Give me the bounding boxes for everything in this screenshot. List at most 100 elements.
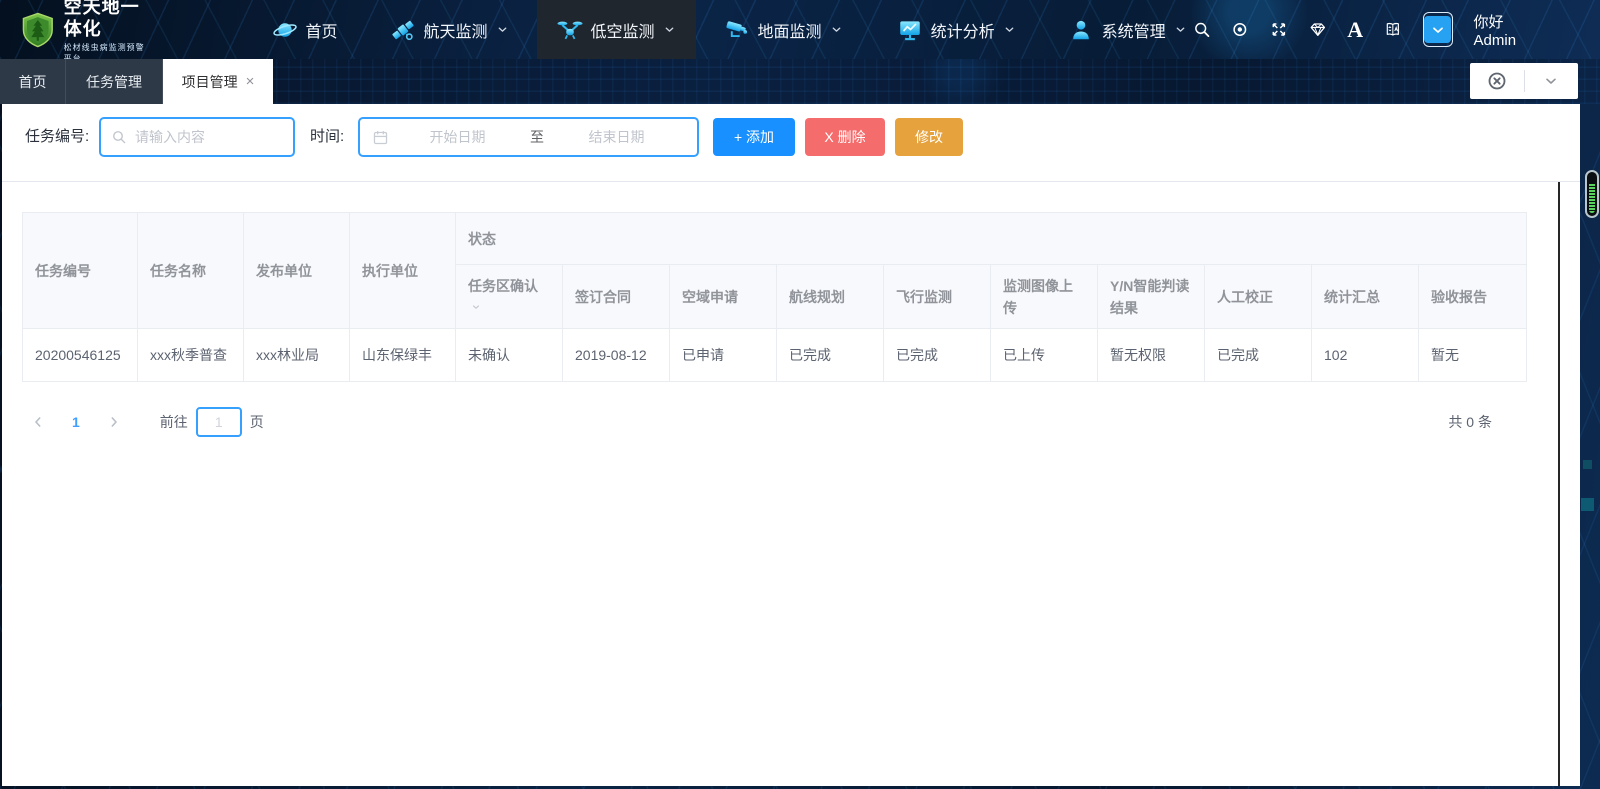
goto-label: 前往 bbox=[160, 412, 188, 432]
nav-label: 低空监测 bbox=[591, 18, 655, 42]
font-size-icon[interactable]: A bbox=[1347, 19, 1363, 40]
col-header-executor: 执行单位 bbox=[350, 213, 456, 329]
start-date-input[interactable]: 开始日期 bbox=[389, 127, 526, 147]
cell-yn-result: 暂无权限 bbox=[1098, 329, 1205, 382]
col-header-route-plan: 航线规划 bbox=[777, 265, 884, 329]
translate-icon[interactable] bbox=[1384, 19, 1402, 40]
navbar-actions: A 你好 Admin bbox=[1193, 11, 1600, 49]
tab-project-management[interactable]: 项目管理 × bbox=[163, 59, 273, 104]
nav-label: 航天监测 bbox=[424, 18, 488, 42]
table-row[interactable]: 20200546125 xxx秋季普查 xxx林业局 山东保绿丰 未确认 201… bbox=[23, 329, 1527, 382]
chevron-down-icon bbox=[1543, 73, 1559, 89]
nav-item-statistics[interactable]: 统计分析 bbox=[891, 0, 1022, 59]
search-icon[interactable] bbox=[1193, 19, 1211, 40]
monitor-chart-icon bbox=[897, 17, 923, 43]
tab-actions-box bbox=[1470, 63, 1578, 99]
battery-decoration bbox=[1585, 170, 1599, 218]
tab-home[interactable]: 首页 bbox=[0, 59, 66, 104]
add-button[interactable]: + 添加 bbox=[713, 118, 795, 156]
cell-airspace: 已申请 bbox=[670, 329, 777, 382]
app-logo: 空天地一体化 松材线虫病监测预警平台 bbox=[22, 0, 146, 64]
close-icon[interactable]: × bbox=[246, 75, 255, 89]
col-header-task-name: 任务名称 bbox=[138, 213, 244, 329]
nav-label: 地面监测 bbox=[758, 18, 822, 42]
search-icon bbox=[111, 129, 127, 145]
time-label: 时间: bbox=[310, 125, 344, 146]
edit-button[interactable]: 修改 bbox=[895, 118, 963, 156]
col-header-area-confirm: 任务区确认 bbox=[456, 265, 563, 329]
tab-bar: 首页 任务管理 项目管理 × bbox=[0, 59, 1600, 104]
col-header-label: 任务区确认 bbox=[468, 278, 538, 294]
avatar-dropdown[interactable] bbox=[1423, 12, 1453, 47]
cell-image-upload: 已上传 bbox=[991, 329, 1098, 382]
main-nav: 首页 航天监测 bbox=[146, 0, 1193, 59]
page-number-1[interactable]: 1 bbox=[72, 414, 80, 430]
nav-item-lowalt-monitor[interactable]: 低空监测 bbox=[537, 0, 696, 59]
cell-accept-report: 暂无 bbox=[1419, 329, 1527, 382]
prev-page-icon[interactable] bbox=[30, 414, 46, 430]
end-date-input[interactable]: 结束日期 bbox=[548, 127, 685, 147]
content-panel: 任务编号: 时间: 开始日期 至 结束日期 + 添加 X 删除 修改 bbox=[2, 104, 1580, 786]
col-header-image-upload: 监测图像上传 bbox=[991, 265, 1098, 329]
chevron-down-icon bbox=[1174, 23, 1187, 36]
nav-item-space-monitor[interactable]: 航天监测 bbox=[384, 0, 515, 59]
col-header-contract: 签订合同 bbox=[563, 265, 670, 329]
col-header-airspace: 空域申请 bbox=[670, 265, 777, 329]
col-header-accept-report: 验收报告 bbox=[1419, 265, 1527, 329]
satellite-icon bbox=[390, 17, 416, 43]
date-range-picker[interactable]: 开始日期 至 结束日期 bbox=[358, 117, 699, 157]
caret-down-icon[interactable] bbox=[471, 302, 481, 312]
delete-button[interactable]: X 删除 bbox=[805, 118, 885, 156]
goto-page-input[interactable] bbox=[196, 407, 242, 437]
cctv-camera-icon bbox=[724, 17, 750, 43]
task-no-search-box bbox=[99, 117, 295, 157]
task-no-label: 任务编号: bbox=[25, 125, 89, 146]
user-icon bbox=[1068, 17, 1094, 43]
col-header-status-group: 状态 bbox=[456, 213, 1527, 265]
nav-item-ground-monitor[interactable]: 地面监测 bbox=[718, 0, 849, 59]
col-header-task-no: 任务编号 bbox=[23, 213, 138, 329]
tab-label: 首页 bbox=[19, 72, 47, 92]
close-circle-icon bbox=[1487, 71, 1507, 91]
chevron-down-icon bbox=[1430, 22, 1446, 38]
cell-contract: 2019-08-12 bbox=[563, 329, 670, 382]
square-decoration bbox=[1581, 498, 1594, 511]
nav-label: 系统管理 bbox=[1102, 18, 1166, 42]
col-header-flight: 飞行监测 bbox=[884, 265, 991, 329]
task-no-input[interactable] bbox=[135, 129, 275, 145]
gem-icon[interactable] bbox=[1309, 19, 1327, 40]
next-page-icon[interactable] bbox=[106, 414, 122, 430]
project-table: 任务编号 任务名称 发布单位 执行单位 状态 任务区确认 签订合同 空域申请 航… bbox=[22, 212, 1527, 382]
project-table-wrapper: 任务编号 任务名称 发布单位 执行单位 状态 任务区确认 签订合同 空域申请 航… bbox=[22, 212, 1527, 382]
total-count-label: 共 0 条 bbox=[1448, 412, 1492, 432]
nav-item-system-admin[interactable]: 系统管理 bbox=[1062, 0, 1193, 59]
chevron-down-icon bbox=[663, 23, 676, 36]
table-header-group-row: 任务编号 任务名称 发布单位 执行单位 状态 bbox=[23, 213, 1527, 265]
top-navbar: 空天地一体化 松材线虫病监测预警平台 首页 航天监测 bbox=[0, 0, 1600, 59]
filter-toolbar: 任务编号: 时间: 开始日期 至 结束日期 + 添加 X 删除 修改 bbox=[2, 104, 1580, 182]
app-root: { "app": { "title": "空天地一体化", "subtitle"… bbox=[0, 0, 1600, 789]
pagination: 1 前往 页 共 0 条 bbox=[2, 406, 1580, 438]
goto-page-group: 前往 页 bbox=[160, 407, 264, 437]
col-header-manual-fix: 人工校正 bbox=[1205, 265, 1312, 329]
fullscreen-icon[interactable] bbox=[1270, 19, 1288, 40]
col-header-stat-summary: 统计汇总 bbox=[1312, 265, 1419, 329]
chevron-down-icon bbox=[830, 23, 843, 36]
locate-icon[interactable] bbox=[1231, 19, 1249, 40]
cell-task-name: xxx秋季普查 bbox=[138, 329, 244, 382]
scrollbar[interactable] bbox=[1558, 182, 1560, 786]
cell-executor: 山东保绿丰 bbox=[350, 329, 456, 382]
chevron-down-icon bbox=[1003, 23, 1016, 36]
cell-stat-summary: 102 bbox=[1312, 329, 1419, 382]
tab-list-dropdown-button[interactable] bbox=[1525, 73, 1579, 89]
cell-publisher: xxx林业局 bbox=[244, 329, 350, 382]
nav-item-home[interactable]: 首页 bbox=[266, 0, 344, 59]
tab-label: 任务管理 bbox=[86, 72, 142, 92]
tab-task-management[interactable]: 任务管理 bbox=[66, 59, 163, 104]
col-header-publisher: 发布单位 bbox=[244, 213, 350, 329]
close-all-tabs-button[interactable] bbox=[1470, 71, 1524, 91]
square-decoration bbox=[1583, 460, 1592, 469]
planet-icon bbox=[272, 17, 298, 43]
nav-label: 统计分析 bbox=[931, 18, 995, 42]
cell-manual-fix: 已完成 bbox=[1205, 329, 1312, 382]
